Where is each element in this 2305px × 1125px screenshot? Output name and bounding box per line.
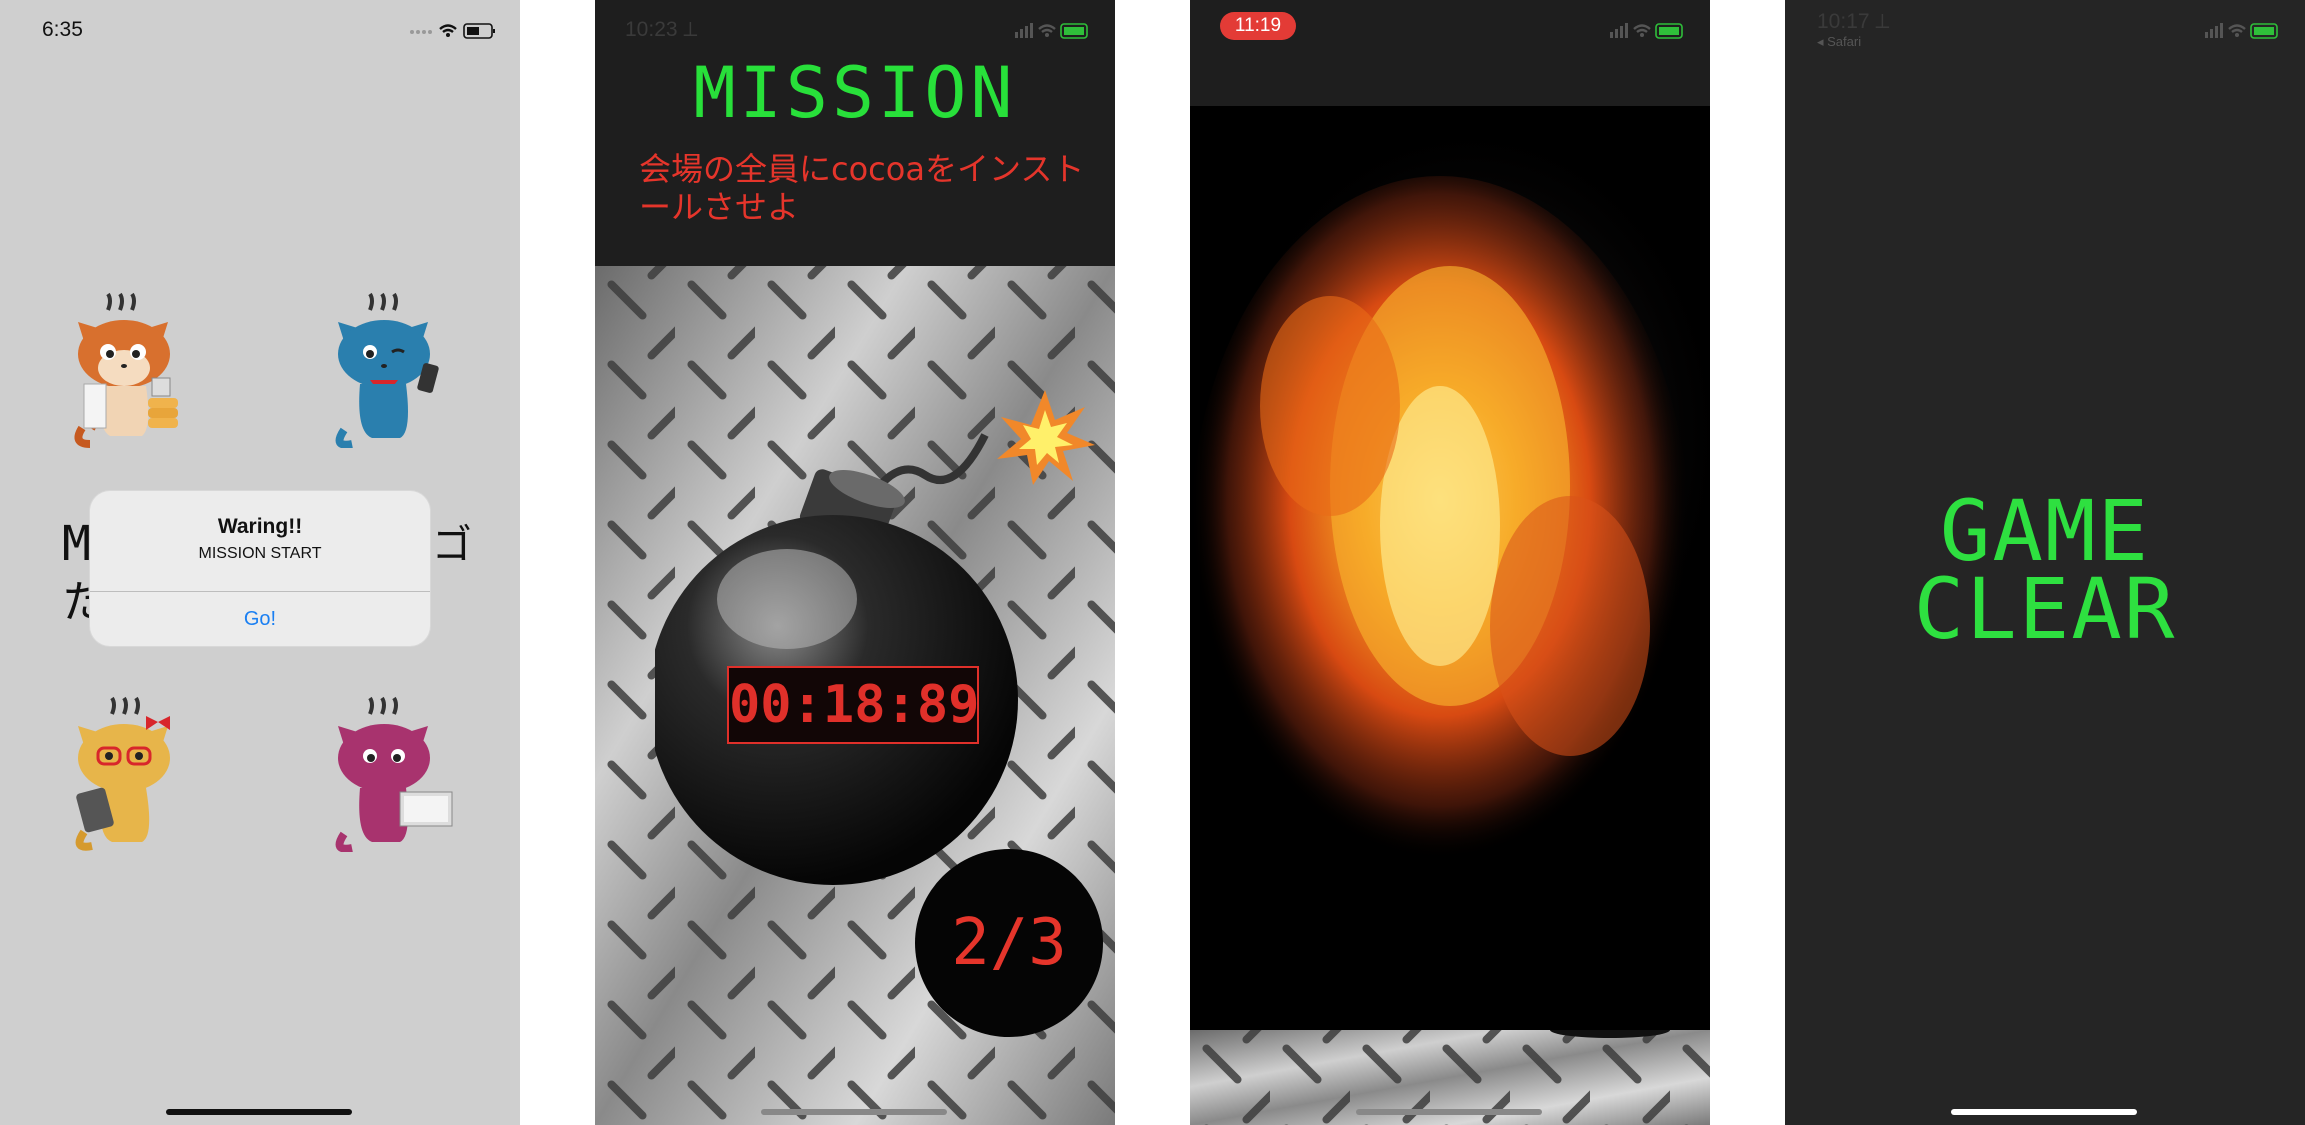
status-icons <box>1610 23 1683 39</box>
mission-task-text: 会場の全員にcocoaをインストールさせよ <box>639 150 1085 226</box>
mission-title: MISSION <box>693 52 1017 134</box>
go-button[interactable]: Go! <box>90 592 430 646</box>
home-indicator[interactable] <box>1356 1109 1542 1115</box>
alert-dialog: Waring!! MISSION START Go! <box>90 491 430 646</box>
home-indicator[interactable] <box>1951 1109 2137 1115</box>
status-bar: 10:23 ⟂ <box>595 0 1115 60</box>
status-bar: 6:35 <box>0 0 520 60</box>
status-time: 6:35 <box>42 18 83 41</box>
status-icons <box>1015 23 1088 39</box>
cat-magenta-image <box>335 696 453 852</box>
status-bar: 10:17 ⟂ ◂ Safari <box>1785 0 2305 60</box>
status-icons <box>2205 23 2278 39</box>
screen-explosion: 11:19 <box>1190 0 1710 1125</box>
screen-mission: 10:23 ⟂ MISSION 会場の全員にcocoaをインストールさせよ 00… <box>595 0 1115 1125</box>
game-clear-line2: CLEAR <box>1913 560 2177 658</box>
status-time: 10:23 ⟂ <box>625 18 698 41</box>
home-indicator[interactable] <box>761 1109 947 1115</box>
bomb-image <box>655 390 1095 885</box>
install-counter: 2/3 <box>951 906 1067 980</box>
status-icons <box>410 23 495 39</box>
status-time: 10:17 ⟂ <box>1817 10 1890 33</box>
game-clear-line1: GAME <box>1939 482 2151 580</box>
bomb-timer: 00:18:89 <box>727 666 979 744</box>
status-time-pill: 11:19 <box>1220 12 1296 40</box>
background-title-trail: ゴ <box>432 522 472 568</box>
home-indicator[interactable] <box>166 1109 352 1115</box>
screen-start: 6:35 M た ゴ Waring!! MISSION START Go! <box>0 0 520 1125</box>
cat-blue-image <box>335 292 439 448</box>
alert-title: Waring!! <box>217 515 303 538</box>
alert-message: MISSION START <box>198 545 322 562</box>
screen-game-clear: 10:17 ⟂ ◂ Safari GAME CLEAR <box>1785 0 2305 1125</box>
background-title-line1: M <box>62 516 91 572</box>
cat-orange-image <box>74 292 178 448</box>
cat-yellow-image <box>75 696 170 851</box>
game-clear-text: GAME CLEAR <box>1785 482 2305 658</box>
back-to-safari-link[interactable]: ◂ Safari <box>1817 34 1861 50</box>
explosion-image <box>1190 106 1710 1030</box>
status-bar: 11:19 <box>1190 0 1710 60</box>
